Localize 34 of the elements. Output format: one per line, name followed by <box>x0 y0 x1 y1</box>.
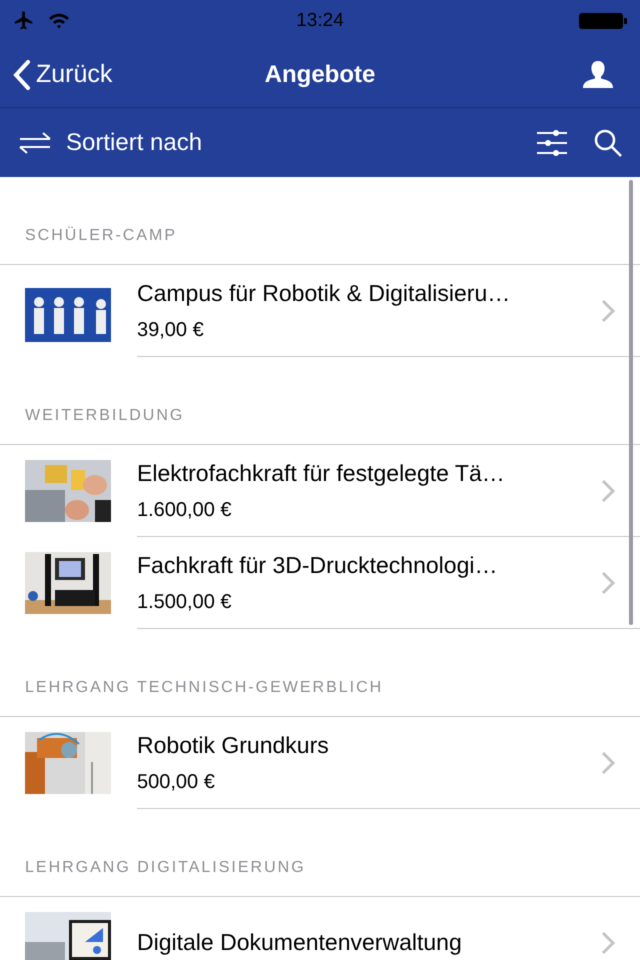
status-time: 13:24 <box>296 8 344 33</box>
swap-arrows-icon <box>18 132 52 154</box>
chevron-right-icon <box>601 570 615 594</box>
section-header: WEITERBILDUNG <box>25 407 184 424</box>
chevron-right-icon <box>601 478 615 502</box>
sort-button[interactable]: Sortiert nach <box>18 124 202 160</box>
filter-sliders-icon[interactable] <box>536 130 568 156</box>
offer-row[interactable]: Fachkraft für 3D-Drucktechnologi… 1.500,00 € <box>0 537 640 629</box>
offer-price: 500,00 € <box>137 770 216 795</box>
offer-price: 1.600,00 € <box>137 498 233 523</box>
offer-title: Fachkraft für 3D-Drucktechnologi… <box>137 551 498 580</box>
chevron-right-icon <box>601 750 615 774</box>
wifi-icon <box>48 12 70 30</box>
offer-title: Elektrofachkraft für festgelegte Tä… <box>137 459 506 488</box>
offer-price: 39,00 € <box>137 318 205 343</box>
chevron-left-icon <box>12 58 32 90</box>
offer-title: Campus für Robotik & Digitalisieru… <box>137 279 512 308</box>
offer-title: Digitale Dokumentenverwaltung <box>137 928 463 958</box>
battery-icon <box>578 11 628 31</box>
offer-title: Robotik Grundkurs <box>137 731 330 760</box>
screen-title: Angebote <box>264 60 376 90</box>
back-button[interactable]: Zurück <box>0 56 112 94</box>
section-header: LEHRGANG TECHNISCH-GEWERBLICH <box>25 679 384 696</box>
section-header: SCHÜLER-CAMP <box>25 227 178 244</box>
search-icon[interactable] <box>594 128 622 156</box>
chevron-right-icon <box>601 930 615 954</box>
offer-row[interactable]: Robotik Grundkurs 500,00 € <box>0 717 640 809</box>
offer-price: 1.500,00 € <box>137 590 233 615</box>
chevron-right-icon <box>601 298 615 322</box>
user-icon[interactable] <box>583 60 613 90</box>
section-header: LEHRGANG DIGITALISIERUNG <box>25 859 306 876</box>
offer-row[interactable]: Campus für Robotik & Digitalisieru… 39,00 € <box>0 265 640 357</box>
offer-row[interactable]: Elektrofachkraft für festgelegte Tä… 1.600,00 € <box>0 445 640 537</box>
offer-row[interactable]: Digitale Dokumentenverwaltung <box>0 897 640 960</box>
